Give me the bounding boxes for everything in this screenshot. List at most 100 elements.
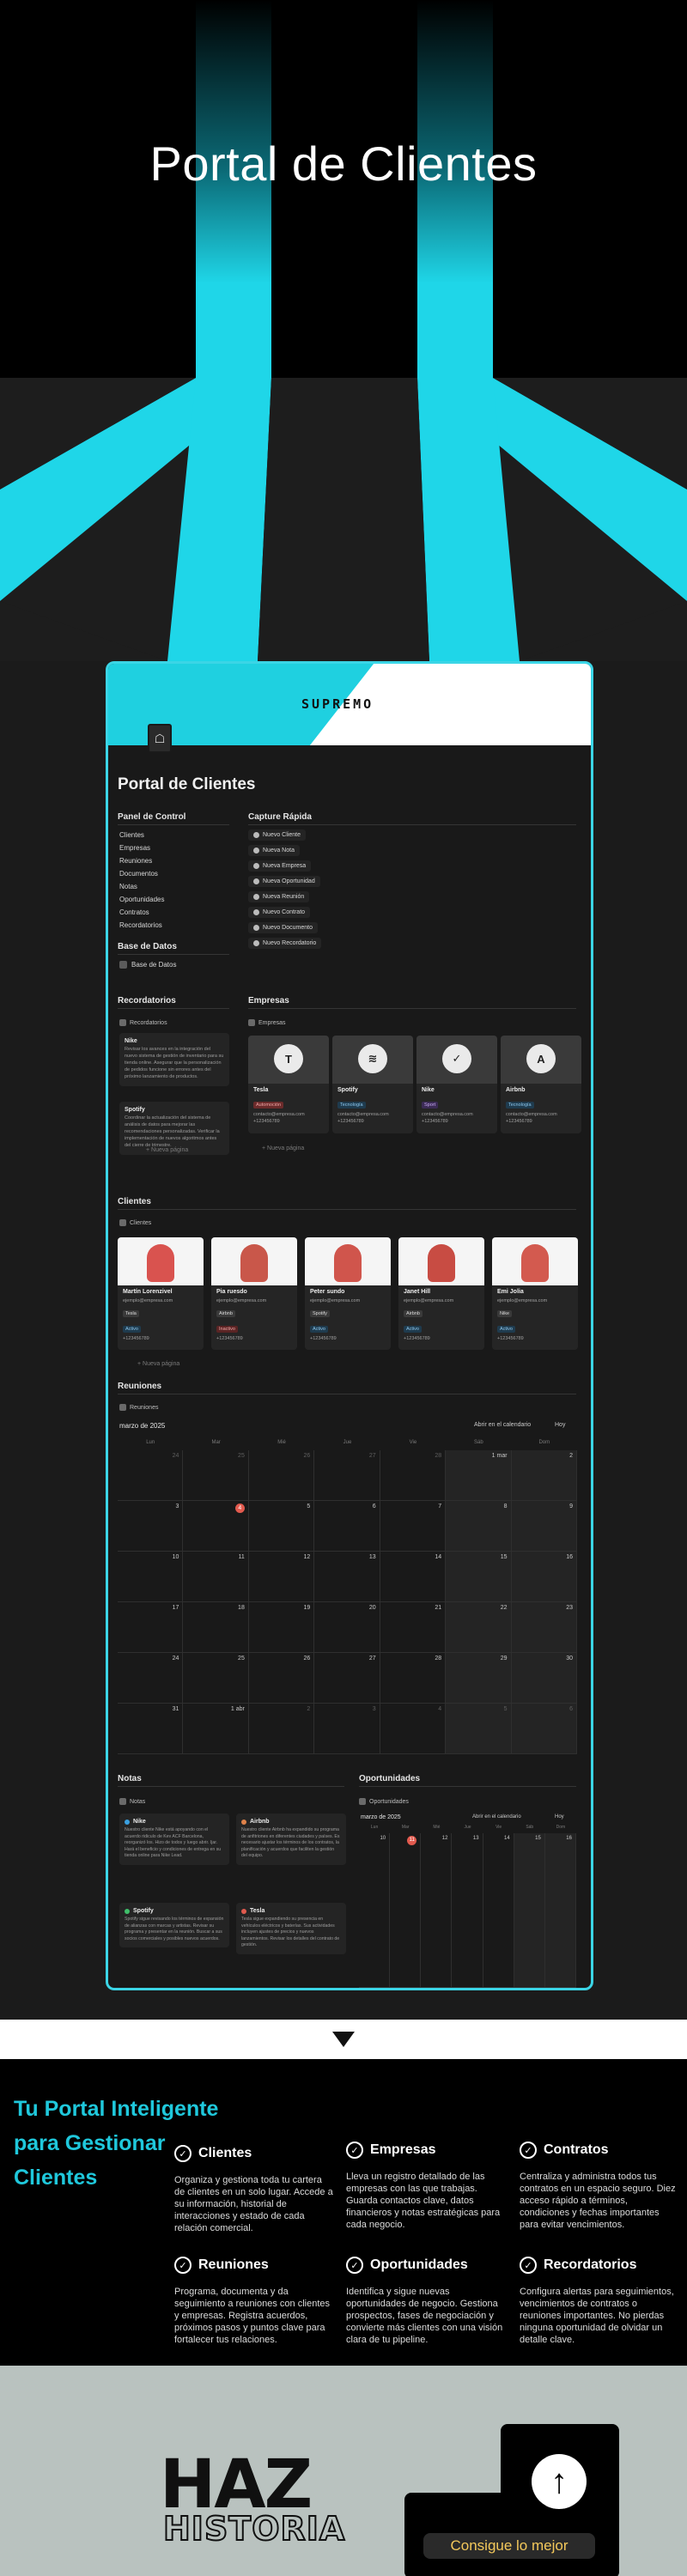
calendar-day-cell[interactable]: 16 <box>544 1833 576 1988</box>
calendar-day-cell[interactable]: 26 <box>248 1450 315 1501</box>
calendar-day-cell[interactable]: 26 <box>248 1653 315 1704</box>
calendar-day-cell[interactable]: 15 <box>446 1552 512 1602</box>
calendar-day-cell[interactable]: 10 <box>118 1552 184 1602</box>
calendar-day-cell[interactable]: 1 abr <box>183 1704 249 1754</box>
quick-capture-button[interactable]: Nueva Oportunidad <box>248 876 320 887</box>
calendar-day-cell[interactable]: 25 <box>183 1653 249 1704</box>
calendar-day-cell[interactable]: 31 <box>118 1704 184 1754</box>
calendar-day-cell[interactable]: 17 <box>118 1602 184 1653</box>
calendar-day-cell[interactable]: 23 <box>511 1602 577 1653</box>
empresas-new-page[interactable]: + Nueva página <box>262 1145 304 1151</box>
note-card[interactable]: Spotify Spotify sigue revisando los térmi… <box>119 1903 229 1948</box>
panel-item[interactable]: Notas <box>119 883 137 890</box>
page-icon[interactable]: ☖ <box>148 724 172 753</box>
calendar-day-cell[interactable]: 4 <box>183 1501 249 1552</box>
quick-capture-button[interactable]: Nueva Empresa <box>248 860 312 872</box>
quick-capture-button[interactable]: Nueva Nota <box>248 845 300 856</box>
calendar-day-cell[interactable]: 7 <box>380 1501 447 1552</box>
calendar-day-cell[interactable]: 9 <box>511 1501 577 1552</box>
calendar-day-cell[interactable]: 8 <box>446 1501 512 1552</box>
calendar-day-cell[interactable]: 20 <box>314 1602 380 1653</box>
quick-capture-button[interactable]: Nuevo Documento <box>248 922 318 933</box>
client-card[interactable]: Peter sundo ejemplo@empresa.com Spotify Act… <box>305 1237 391 1350</box>
calendar-day-cell[interactable]: 30 <box>511 1653 577 1704</box>
calendar-day-cell[interactable]: 6 <box>314 1501 380 1552</box>
client-card[interactable]: Martín Lorenzivel ejemplo@empresa.com Tesl… <box>118 1237 204 1350</box>
oportunidades-db-label[interactable]: Oportunidades <box>359 1798 409 1805</box>
calendar-day-cell[interactable]: 3 <box>314 1704 380 1754</box>
calendar-day-cell[interactable]: 19 <box>248 1602 315 1653</box>
calendar-day-cell[interactable]: 14 <box>483 1833 514 1988</box>
panel-item[interactable]: Documentos <box>119 870 158 878</box>
company-logo-icon: ≋ <box>358 1044 387 1073</box>
panel-item[interactable]: Clientes <box>119 831 144 839</box>
quick-capture-button[interactable]: Nueva Reunión <box>248 891 310 902</box>
calendar-day-cell[interactable]: 28 <box>380 1653 447 1704</box>
reuniones-open-calendar[interactable]: Abrir en el calendario <box>474 1422 531 1428</box>
page-cover: SUPREMO <box>108 664 591 745</box>
oportunidades-open-calendar[interactable]: Abrir en el calendario <box>472 1814 521 1820</box>
calendar-day-cell[interactable]: 24 <box>118 1450 184 1501</box>
quick-capture-button[interactable]: Nuevo Cliente <box>248 829 306 841</box>
calendar-day-cell[interactable]: 6 <box>511 1704 577 1754</box>
quick-capture-button[interactable]: Nuevo Recordatorio <box>248 938 322 949</box>
note-card[interactable]: Airbnb Nuestro cliente Airbnb ha expandid… <box>236 1814 346 1865</box>
calendar-day-cell[interactable]: 12 <box>421 1833 453 1988</box>
panel-item[interactable]: Empresas <box>119 844 150 852</box>
recordatorios-db-label[interactable]: Recordatorios <box>119 1019 167 1026</box>
calendar-day-cell[interactable]: 4 <box>380 1704 447 1754</box>
calendar-day-cell[interactable]: 27 <box>314 1653 380 1704</box>
client-card[interactable]: Janet Hill ejemplo@empresa.com Airbnb Activ… <box>398 1237 484 1350</box>
clientes-db-label[interactable]: Clientes <box>119 1219 151 1226</box>
client-card[interactable]: Pia ruesdo ejemplo@empresa.com Airbnb Inact… <box>211 1237 297 1350</box>
panel-item[interactable]: Contratos <box>119 908 149 916</box>
get-best-button[interactable]: Consigue lo mejor <box>423 2533 595 2559</box>
client-card[interactable]: Emi Jolia ejemplo@empresa.com Nike Activo +1… <box>492 1237 578 1350</box>
calendar-day-cell[interactable]: 15 <box>514 1833 545 1988</box>
clientes-new-page[interactable]: + Nueva página <box>137 1361 179 1367</box>
feature-item: ✓ Oportunidades Identifica y sigue nuevas … <box>346 2257 505 2346</box>
note-title: Tesla <box>250 1908 265 1914</box>
calendar-day-cell[interactable]: 25 <box>183 1450 249 1501</box>
calendar-day-cell[interactable]: 18 <box>183 1602 249 1653</box>
recordatorios-new-page[interactable]: + Nueva página <box>146 1147 188 1153</box>
calendar-day-cell[interactable]: 10 <box>359 1833 391 1988</box>
company-card[interactable]: T Tesla Automoción contacto@empresa.com +123… <box>248 1036 329 1133</box>
note-card[interactable]: Nike Nuestro cliente Nike está apoyando c… <box>119 1814 229 1865</box>
calendar-day-cell[interactable]: 22 <box>446 1602 512 1653</box>
quick-capture-button[interactable]: Nuevo Contrato <box>248 907 311 918</box>
empresas-db-label[interactable]: Empresas <box>248 1019 286 1026</box>
calendar-day-cell[interactable]: 29 <box>446 1653 512 1704</box>
calendar-day-cell[interactable]: 28 <box>380 1450 447 1501</box>
calendar-day-cell[interactable]: 2 <box>248 1704 315 1754</box>
reminder-card[interactable]: Nike Revisar los avances en la integració… <box>119 1033 229 1086</box>
base-datos-link[interactable]: Base de Datos <box>119 961 176 969</box>
calendar-day-cell[interactable]: 3 <box>118 1501 184 1552</box>
arrow-up-icon[interactable]: ↑ <box>532 2454 587 2509</box>
calendar-day-cell[interactable]: 21 <box>380 1602 447 1653</box>
reuniones-db-label[interactable]: Reuniones <box>119 1404 158 1411</box>
calendar-day-cell[interactable]: 13 <box>314 1552 380 1602</box>
panel-item[interactable]: Reuniones <box>119 857 152 865</box>
panel-item[interactable]: Oportunidades <box>119 896 164 903</box>
calendar-day-cell[interactable]: 27 <box>314 1450 380 1501</box>
calendar-day-cell[interactable]: 24 <box>118 1653 184 1704</box>
oportunidades-today-button[interactable]: Hoy <box>555 1814 564 1820</box>
notas-db-label[interactable]: Notas <box>119 1798 145 1805</box>
calendar-day-cell[interactable]: 1 mar <box>446 1450 512 1501</box>
company-card[interactable]: A Airbnb Tecnología contacto@empresa.com +12… <box>501 1036 581 1133</box>
company-card[interactable]: ✓ Nike Sport contacto@empresa.com +123456789 <box>416 1036 497 1133</box>
calendar-day-cell[interactable]: 5 <box>248 1501 315 1552</box>
calendar-day-cell[interactable]: 2 <box>511 1450 577 1501</box>
calendar-day-cell[interactable]: 14 <box>380 1552 447 1602</box>
calendar-day-cell[interactable]: 11 <box>390 1833 422 1988</box>
calendar-day-cell[interactable]: 11 <box>183 1552 249 1602</box>
panel-item[interactable]: Recordatorios <box>119 921 162 929</box>
reuniones-today-button[interactable]: Hoy <box>555 1422 565 1428</box>
company-card[interactable]: ≋ Spotify Tecnología contacto@empresa.com +1… <box>332 1036 413 1133</box>
note-card[interactable]: Tesla Tesla sigue expandiendo su presenci… <box>236 1903 346 1954</box>
calendar-day-cell[interactable]: 16 <box>511 1552 577 1602</box>
calendar-day-cell[interactable]: 12 <box>248 1552 315 1602</box>
calendar-day-cell[interactable]: 5 <box>446 1704 512 1754</box>
calendar-day-cell[interactable]: 13 <box>452 1833 483 1988</box>
